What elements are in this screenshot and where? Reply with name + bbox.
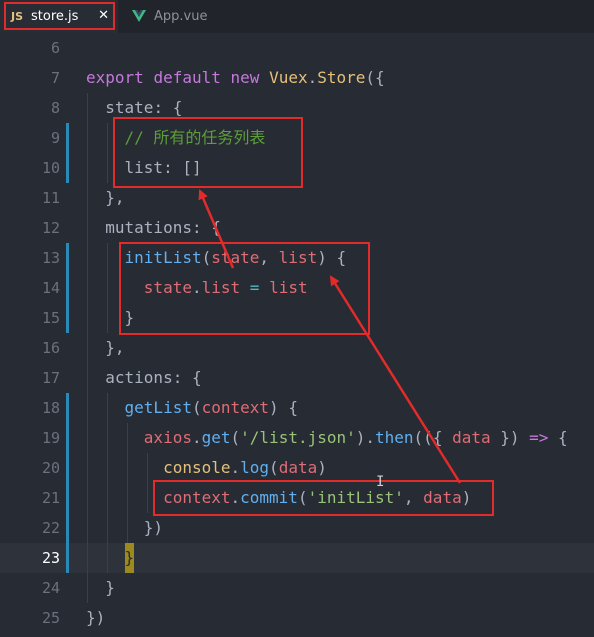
arrow-to-init-list (329, 275, 462, 484)
annotation-arrows (198, 189, 462, 484)
arrow-to-state-list (198, 189, 235, 269)
text-cursor-icon: I (376, 474, 385, 490)
